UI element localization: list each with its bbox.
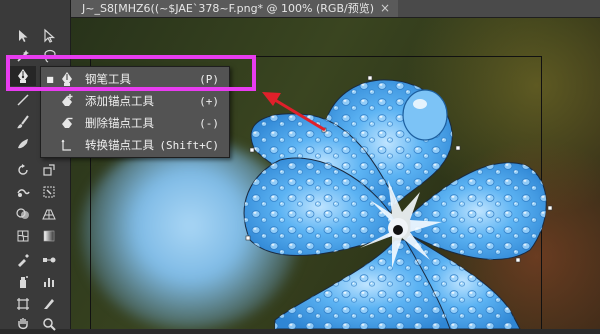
red-arrow-annotation <box>262 92 326 132</box>
